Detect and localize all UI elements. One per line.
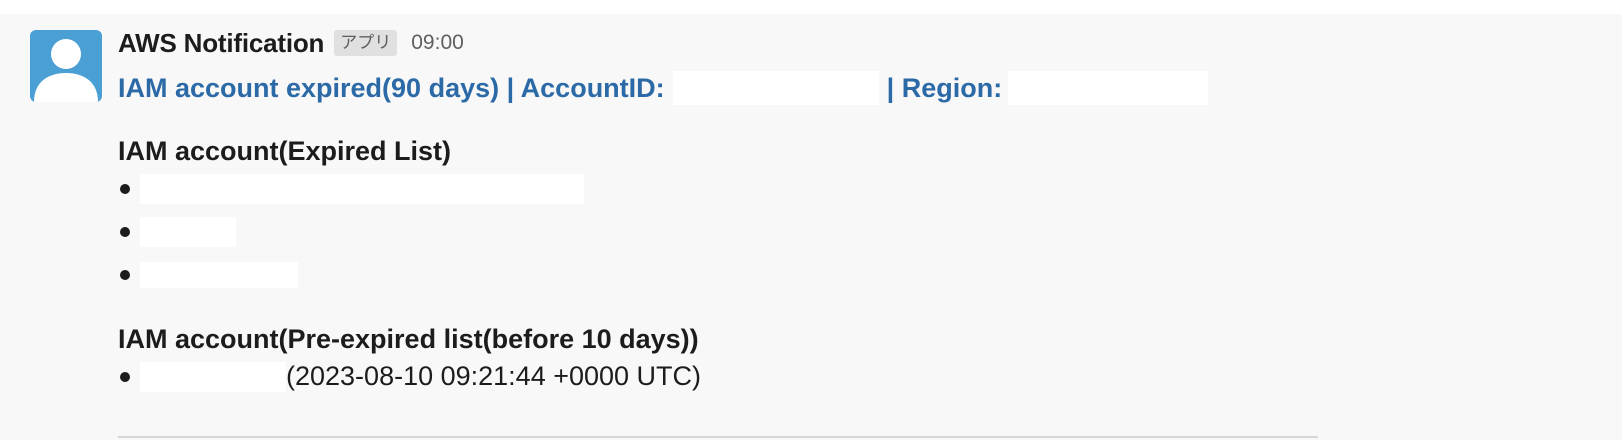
bullet-icon <box>120 371 130 382</box>
expiry-datetime: (2023-08-10 09:21:44 +0000 UTC) <box>286 361 702 391</box>
divider <box>118 436 1318 438</box>
redacted-account-name <box>140 261 298 288</box>
bullet-icon <box>120 269 130 280</box>
user-avatar-icon[interactable] <box>30 30 102 102</box>
redacted-account-name <box>140 361 286 392</box>
sender-name[interactable]: AWS Notification <box>118 28 324 59</box>
redacted-account-name <box>140 173 584 204</box>
pre-expired-list: (2023-08-10 09:21:44 +0000 UTC) <box>118 355 1622 398</box>
message-timestamp[interactable]: 09:00 <box>411 31 464 55</box>
message-pane: AWS Notification アプリ 09:00 IAM account e… <box>0 0 1622 440</box>
bullet-icon <box>120 183 130 194</box>
title-text-account: IAM account expired(90 days) | AccountID… <box>118 72 665 103</box>
list-item <box>118 253 1622 296</box>
app-badge: アプリ <box>334 30 398 56</box>
bullet-icon <box>120 226 130 237</box>
expired-list <box>118 167 1622 296</box>
redacted-region <box>1008 71 1209 105</box>
expired-list-heading: IAM account(Expired List) <box>118 136 452 166</box>
pre-expired-list-heading: IAM account(Pre-expired list(before 10 d… <box>118 324 699 354</box>
list-item <box>118 167 1622 210</box>
message-header: AWS Notification アプリ 09:00 <box>118 26 1622 60</box>
message-title-link[interactable]: IAM account expired(90 days) | AccountID… <box>118 70 1622 106</box>
message-content: AWS Notification アプリ 09:00 IAM account e… <box>118 26 1622 398</box>
list-item <box>118 210 1622 253</box>
avatar-silhouette <box>34 39 98 102</box>
redacted-account-id <box>672 71 879 105</box>
title-text-region: | Region: <box>886 72 1003 103</box>
redacted-account-name <box>140 216 236 247</box>
list-item: (2023-08-10 09:21:44 +0000 UTC) <box>118 355 1622 398</box>
